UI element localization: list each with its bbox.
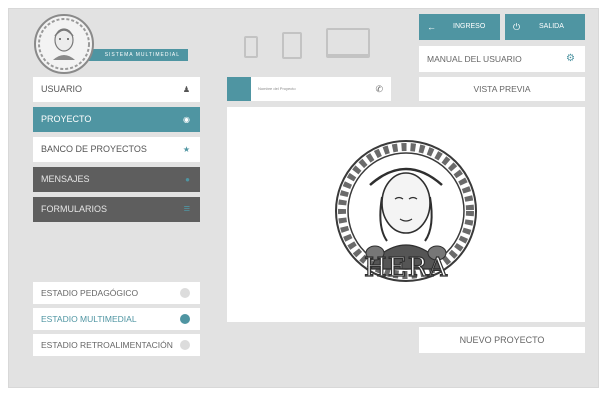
new-project-label: NUEVO PROYECTO <box>459 335 545 345</box>
stage-label: ESTADIO RETROALIMENTACIÓN <box>41 340 173 350</box>
arrow-left-icon: ← <box>427 22 436 32</box>
sidebar-item-banco-de-proyectos[interactable]: BANCO DE PROYECTOS ★ <box>33 137 200 162</box>
gear-icon: ⚙ <box>566 53 575 64</box>
salida-label: SALIDA <box>539 23 564 30</box>
list-icon: ≡ <box>183 203 190 215</box>
sidebar-item-usuario[interactable]: USUARIO ♟ <box>33 77 200 102</box>
hera-emblem-icon <box>335 140 477 282</box>
user-manual-label: MANUAL DEL USUARIO <box>427 54 522 64</box>
preview-canvas: HERA <box>227 107 585 322</box>
new-project-button[interactable]: NUEVO PROYECTO <box>419 327 585 353</box>
sidebar-item-label: FORMULARIOS <box>41 204 108 214</box>
target-icon: ◉ <box>183 115 190 124</box>
stage-label: ESTADIO PEDAGÓGICO <box>41 288 139 298</box>
project-name-placeholder: Nombre del Proyecto <box>258 86 296 91</box>
sidebar-item-mensajes[interactable]: MENSAJES ● <box>33 167 200 192</box>
stage-status-dot <box>180 314 190 324</box>
logo-subtitle: SISTEMA MULTIMEDIAL <box>80 49 188 61</box>
ingreso-button[interactable]: ← INGRESO <box>419 14 500 40</box>
preview-button[interactable]: VISTA PREVIA <box>419 77 585 101</box>
star-icon: ★ <box>182 145 190 154</box>
power-icon: ⏻ <box>513 22 521 32</box>
sidebar-item-proyecto[interactable]: PROYECTO ◉ <box>33 107 200 132</box>
hera-emblem-text: HERA <box>363 252 448 283</box>
sidebar-item-formularios[interactable]: FORMULARIOS ≡ <box>33 197 200 222</box>
stage-label: ESTADIO MULTIMEDIAL <box>41 314 137 324</box>
project-color-swatch <box>227 77 251 101</box>
stage-retroalimentacion[interactable]: ESTADIO RETROALIMENTACIÓN <box>33 334 200 356</box>
laptop-icon[interactable] <box>326 28 370 58</box>
user-icon: ♟ <box>182 85 190 94</box>
phone-icon[interactable]: ✆ <box>375 77 383 101</box>
message-icon: ● <box>185 175 190 184</box>
phone-icon[interactable] <box>244 36 258 58</box>
user-manual-button[interactable]: MANUAL DEL USUARIO ⚙ <box>419 46 585 72</box>
preview-label: VISTA PREVIA <box>473 84 531 94</box>
tablet-icon[interactable] <box>282 32 302 59</box>
sidebar-item-label: MENSAJES <box>41 174 90 184</box>
hera-logo-icon <box>34 14 94 74</box>
stage-status-dot <box>180 288 190 298</box>
sidebar-item-label: PROYECTO <box>41 114 92 124</box>
ingreso-label: INGRESO <box>453 23 486 30</box>
salida-button[interactable]: ⏻ SALIDA <box>505 14 585 40</box>
sidebar-item-label: USUARIO <box>41 84 83 94</box>
sidebar-item-label: BANCO DE PROYECTOS <box>41 144 147 154</box>
stage-multimedial[interactable]: ESTADIO MULTIMEDIAL <box>33 308 200 330</box>
stage-status-dot <box>180 340 190 350</box>
stage-pedagogico[interactable]: ESTADIO PEDAGÓGICO <box>33 282 200 304</box>
project-name-field[interactable]: Nombre del Proyecto ✆ <box>227 77 391 101</box>
